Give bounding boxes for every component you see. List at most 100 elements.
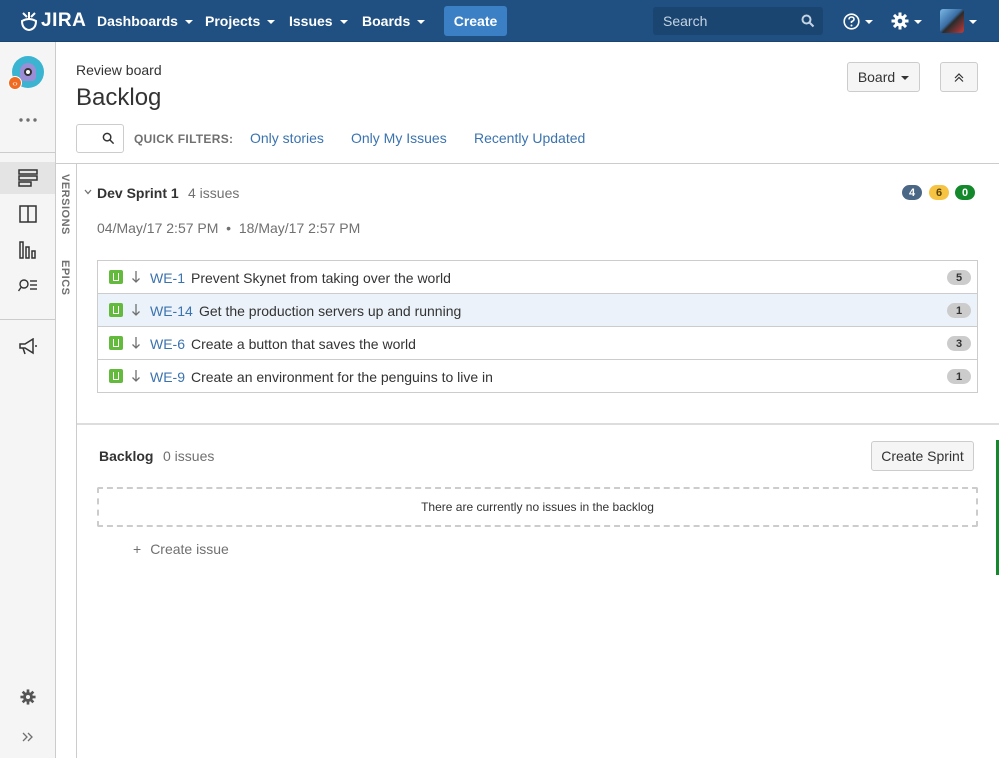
user-avatar bbox=[940, 9, 964, 33]
sidebar-settings-button[interactable] bbox=[0, 681, 55, 713]
story-points-badge: 3 bbox=[947, 336, 971, 351]
gear-icon bbox=[19, 689, 36, 705]
table-row[interactable]: WE-6 Create a button that saves the worl… bbox=[98, 327, 977, 360]
sprint-issue-count: 4 issues bbox=[188, 185, 240, 201]
nav-issues[interactable]: Issues bbox=[289, 0, 348, 42]
chevron-down-icon[interactable] bbox=[84, 189, 92, 195]
create-button[interactable]: Create bbox=[444, 6, 507, 36]
issue-key[interactable]: WE-6 bbox=[150, 336, 185, 352]
priority-low-arrow-icon bbox=[132, 370, 140, 382]
priority-low-arrow-icon bbox=[132, 271, 140, 283]
jira-logo[interactable]: JIRA bbox=[20, 9, 86, 33]
plus-icon: + bbox=[133, 541, 142, 557]
search-icon bbox=[102, 132, 115, 145]
code-badge-icon: ‹› bbox=[8, 76, 22, 90]
header-divider bbox=[56, 163, 999, 164]
story-type-icon bbox=[109, 336, 123, 350]
nav-dashboards[interactable]: Dashboards bbox=[97, 0, 193, 42]
sidebar-item-active-sprints[interactable] bbox=[0, 198, 55, 230]
empty-backlog-message: There are currently no issues in the bac… bbox=[421, 500, 654, 514]
sidebar-divider bbox=[0, 319, 55, 320]
empty-backlog-dropzone: There are currently no issues in the bac… bbox=[97, 487, 978, 527]
page-title: Backlog bbox=[76, 84, 162, 111]
search-placeholder: Search bbox=[663, 13, 708, 29]
sidebar-item-releases[interactable] bbox=[0, 331, 55, 363]
sprint-name[interactable]: Dev Sprint 1 bbox=[97, 185, 179, 201]
chevron-down-icon bbox=[914, 20, 922, 24]
issue-summary: Get the production servers up and runnin… bbox=[199, 303, 462, 319]
quick-filter-only-my-issues[interactable]: Only My Issues bbox=[351, 130, 447, 146]
story-points-badge: 1 bbox=[947, 303, 971, 318]
quick-filters-label: QUICK FILTERS: bbox=[134, 132, 234, 146]
status-badge-todo: 4 bbox=[902, 185, 922, 200]
chevron-down-icon bbox=[267, 20, 276, 24]
create-sprint-button[interactable]: Create Sprint bbox=[871, 441, 974, 471]
chevron-down-icon bbox=[417, 20, 426, 24]
chevron-down-icon bbox=[339, 20, 348, 24]
chevron-down-icon bbox=[865, 20, 873, 24]
jira-logo-icon bbox=[20, 12, 38, 31]
chevron-down-icon bbox=[184, 20, 193, 24]
story-points-badge: 5 bbox=[947, 270, 971, 285]
project-avatar-eye bbox=[24, 68, 32, 76]
table-row[interactable]: WE-1 Prevent Skynet from taking over the… bbox=[98, 261, 977, 294]
nav-projects[interactable]: Projects bbox=[205, 0, 276, 42]
backlog-search-input[interactable] bbox=[76, 124, 124, 153]
board-menu-button[interactable]: Board bbox=[847, 62, 920, 92]
issue-summary: Prevent Skynet from taking over the worl… bbox=[191, 270, 451, 286]
backlog-issue-count: 0 issues bbox=[163, 448, 215, 464]
sidebar-item-issues[interactable] bbox=[0, 270, 55, 302]
story-type-icon bbox=[109, 303, 123, 317]
quick-filter-recently-updated[interactable]: Recently Updated bbox=[474, 130, 585, 146]
board-columns-icon bbox=[18, 205, 37, 223]
sidebar-item-reports[interactable] bbox=[0, 234, 55, 266]
search-input[interactable]: Search bbox=[653, 7, 823, 35]
double-chevron-up-icon bbox=[954, 72, 964, 82]
project-avatar[interactable]: ‹› bbox=[8, 56, 44, 90]
sidebar-item-backlog[interactable] bbox=[0, 162, 55, 194]
sprint-issue-list: WE-1 Prevent Skynet from taking over the… bbox=[97, 260, 978, 393]
quick-filter-only-stories[interactable]: Only stories bbox=[250, 130, 324, 146]
help-menu[interactable] bbox=[843, 0, 873, 42]
more-options-button[interactable] bbox=[0, 104, 55, 136]
story-points-badge: 1 bbox=[947, 369, 971, 384]
settings-menu[interactable] bbox=[891, 0, 922, 42]
expand-sidebar-button[interactable] bbox=[0, 721, 55, 753]
issue-key[interactable]: WE-1 bbox=[150, 270, 185, 286]
side-tabs: VERSIONS EPICS bbox=[56, 164, 77, 758]
tab-epics[interactable]: EPICS bbox=[59, 260, 71, 296]
search-issues-icon bbox=[17, 279, 37, 292]
help-icon bbox=[843, 12, 860, 30]
top-navigation-bar: JIRA Dashboards Projects Issues Boards C… bbox=[0, 0, 999, 42]
story-type-icon bbox=[109, 270, 123, 284]
status-badge-in-progress: 6 bbox=[929, 185, 949, 200]
table-row[interactable]: WE-9 Create an environment for the pengu… bbox=[98, 360, 977, 393]
megaphone-icon bbox=[18, 338, 37, 355]
story-type-icon bbox=[109, 369, 123, 383]
priority-low-arrow-icon bbox=[132, 304, 140, 316]
project-sidebar: ‹› bbox=[0, 42, 56, 758]
section-divider bbox=[77, 423, 999, 425]
logo-text: JIRA bbox=[41, 10, 87, 31]
create-issue-link[interactable]: + Create issue bbox=[133, 541, 229, 557]
table-row[interactable]: WE-14 Get the production servers up and … bbox=[98, 294, 977, 327]
double-chevron-right-icon bbox=[22, 732, 33, 742]
priority-low-arrow-icon bbox=[132, 337, 140, 349]
user-profile-menu[interactable] bbox=[940, 0, 977, 42]
nav-boards[interactable]: Boards bbox=[362, 0, 426, 42]
breadcrumb[interactable]: Review board bbox=[76, 62, 162, 78]
bar-chart-icon bbox=[18, 241, 36, 259]
collapse-header-button[interactable] bbox=[940, 62, 978, 92]
chevron-down-icon bbox=[901, 76, 910, 80]
sidebar-divider bbox=[0, 152, 55, 153]
tab-versions[interactable]: VERSIONS bbox=[59, 174, 71, 235]
chevron-down-icon bbox=[969, 20, 977, 24]
issue-key[interactable]: WE-14 bbox=[150, 303, 193, 319]
issue-key[interactable]: WE-9 bbox=[150, 369, 185, 385]
gear-icon bbox=[891, 12, 909, 30]
search-icon bbox=[801, 14, 815, 28]
backlog-title: Backlog bbox=[99, 448, 154, 464]
issue-summary: Create an environment for the penguins t… bbox=[191, 369, 493, 385]
sprint-dates: 04/May/17 2:57 PM • 18/May/17 2:57 PM bbox=[97, 220, 361, 236]
status-badge-done: 0 bbox=[955, 185, 975, 200]
